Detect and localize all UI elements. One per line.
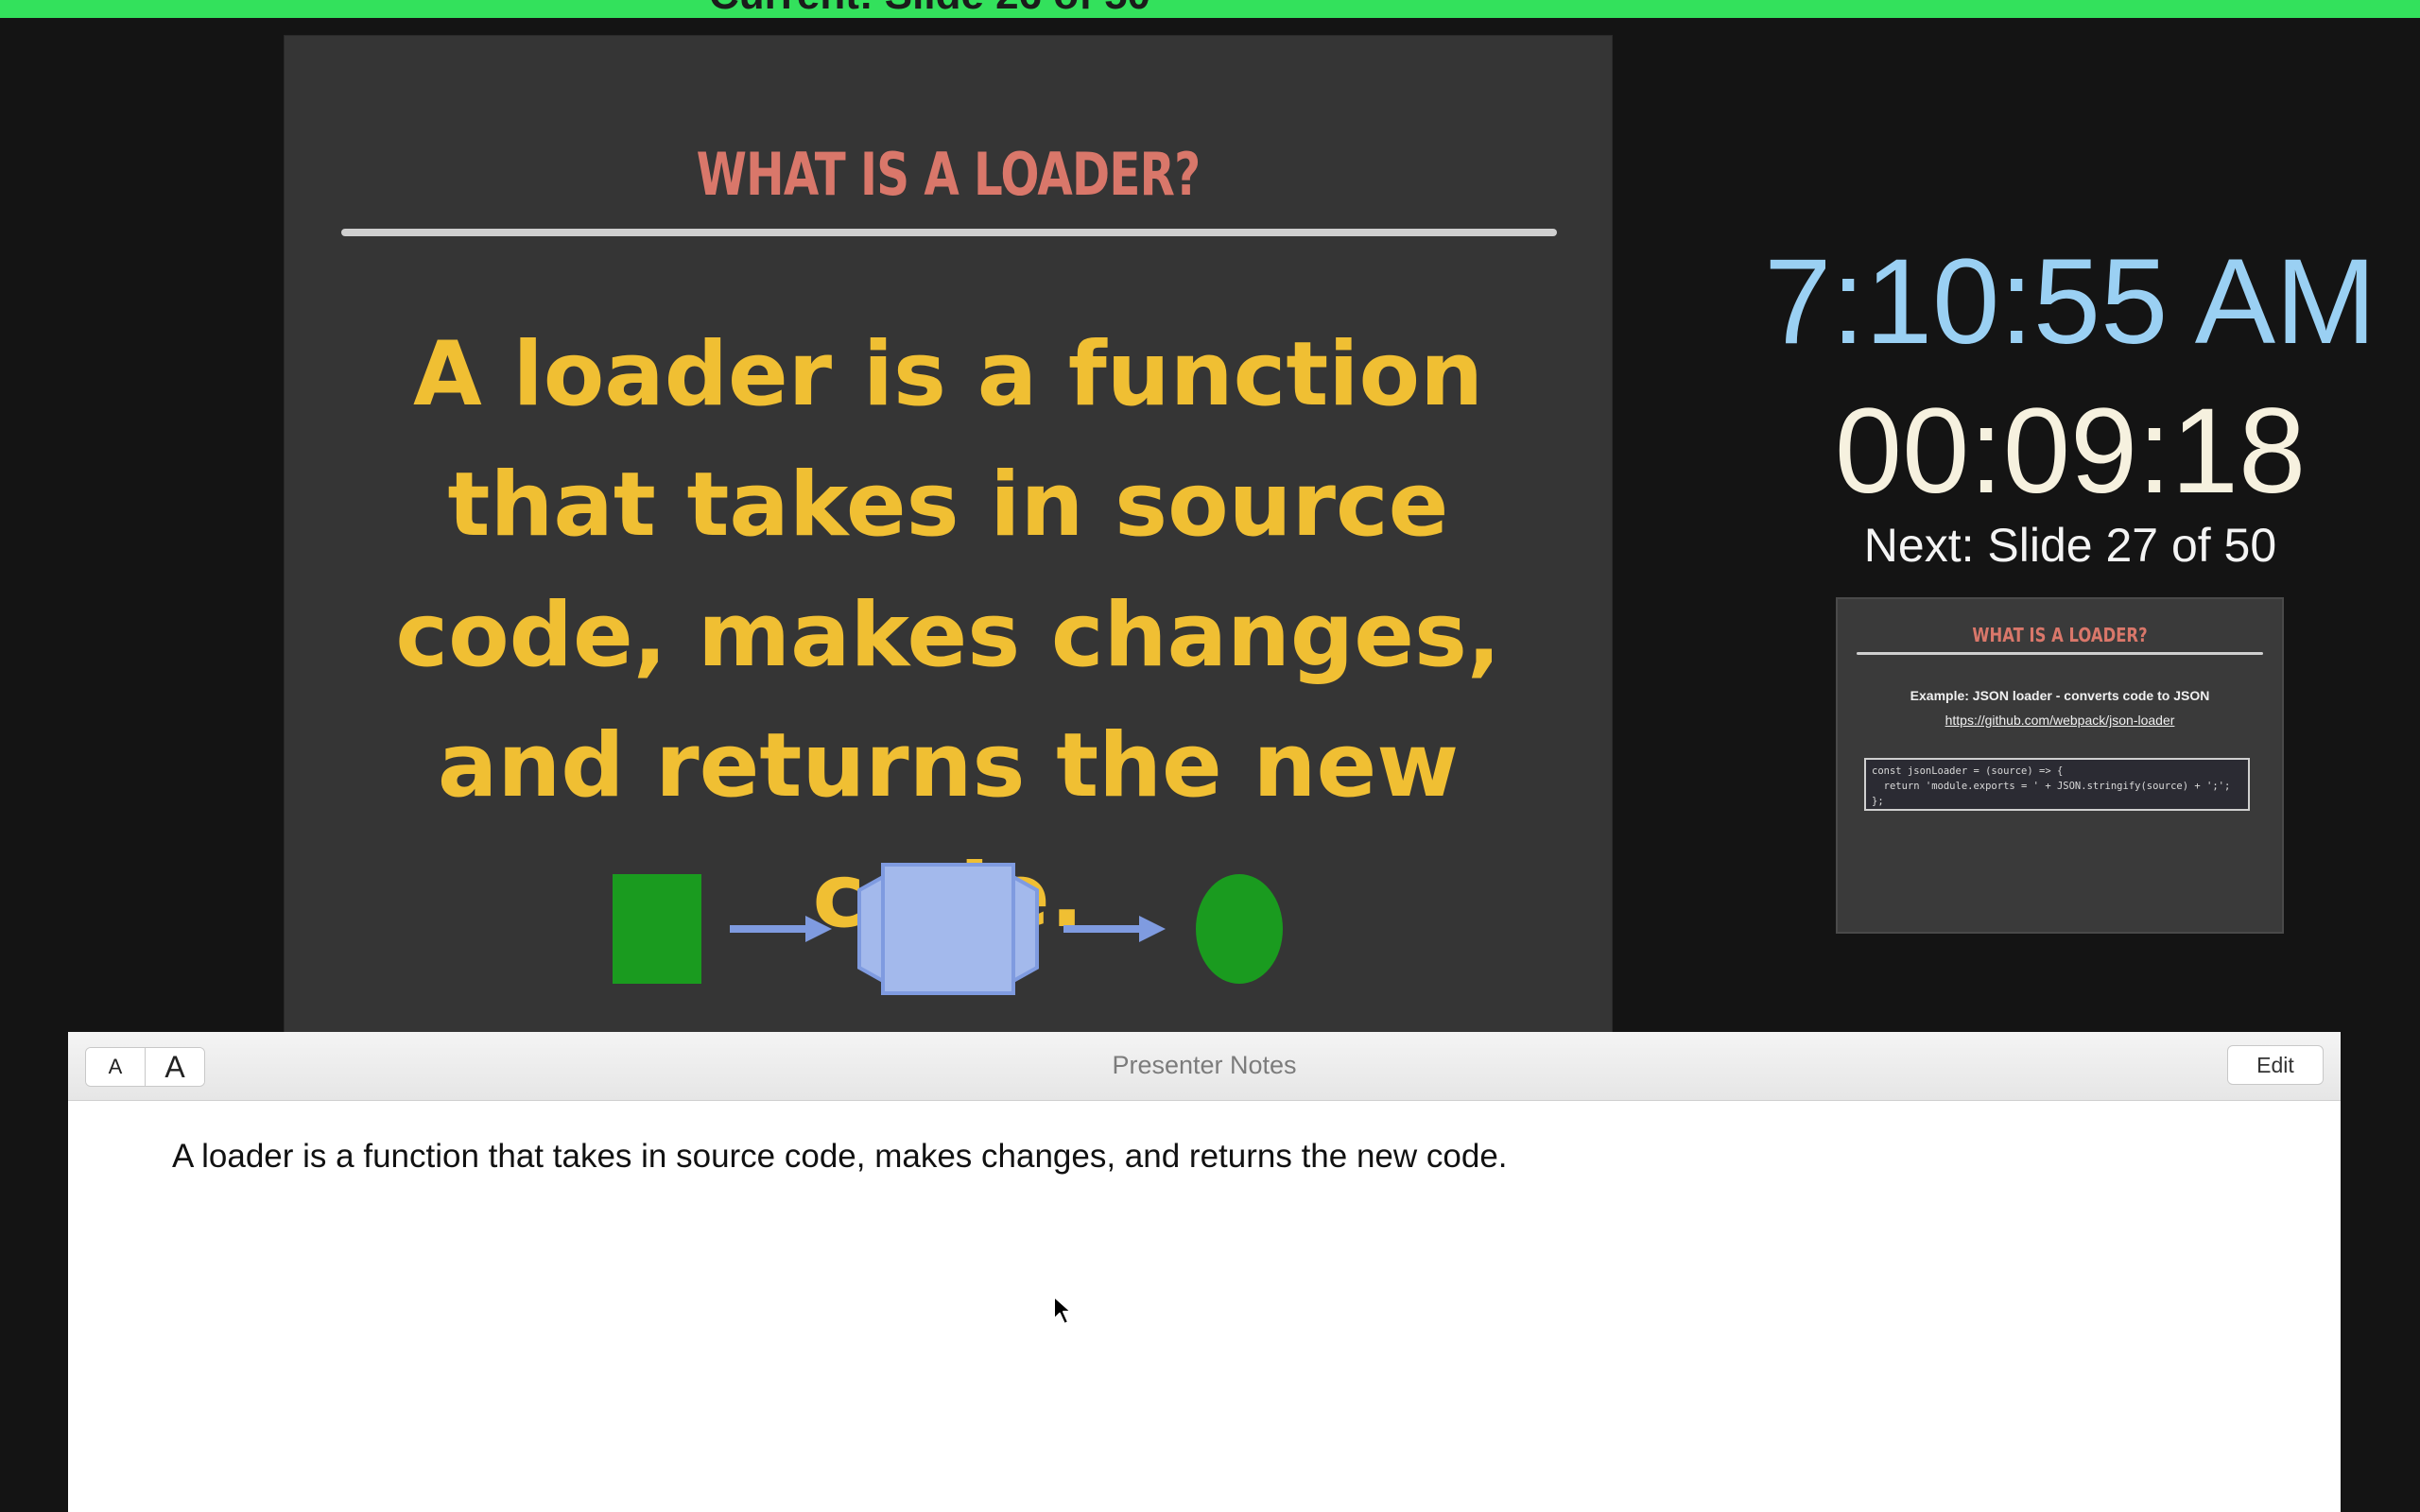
loader-diagram (613, 863, 1283, 995)
current-slide-indicator: Current: Slide 26 of 50 (709, 0, 1150, 18)
input-square-shape (613, 874, 701, 984)
next-slide-link: https://github.com/webpack/json-loader (1945, 713, 2175, 728)
presenter-notes-panel: A A Presenter Notes Edit A loader is a f… (68, 1032, 2341, 1512)
notes-toolbar: A A Presenter Notes Edit (68, 1032, 2341, 1101)
next-slide-subtitle: Example: JSON loader - converts code to … (1910, 688, 2210, 703)
output-circle-shape (1196, 874, 1283, 984)
code-line: const jsonLoader = (source) => { (1872, 765, 2064, 777)
mouse-pointer-icon (1053, 1296, 1072, 1325)
edit-button[interactable]: Edit (2227, 1045, 2324, 1085)
current-time: 7:10:55 AM (1764, 234, 2377, 369)
notes-text[interactable]: A loader is a function that takes in sou… (172, 1138, 2265, 1176)
next-slide-title: WHAT IS A LOADER? (1972, 624, 2148, 646)
slide-divider (341, 229, 1557, 236)
next-slide-label: Next: Slide 27 of 50 (1863, 519, 2277, 572)
code-line: }; (1872, 796, 1884, 807)
current-slide: WHAT IS A LOADER? A loader is a function… (285, 36, 1612, 1033)
next-slide-code-block: const jsonLoader = (source) => { return … (1864, 758, 2250, 811)
code-line: return 'module.exports = ' + JSON.string… (1872, 781, 2231, 792)
arrow-right-icon (1063, 916, 1166, 942)
arrow-right-icon (730, 916, 832, 942)
slide-title: WHAT IS A LOADER? (696, 140, 1201, 209)
status-bar: Current: Slide 26 of 50 (0, 0, 2420, 18)
next-slide-divider (1857, 652, 2263, 655)
next-slide-preview: WHAT IS A LOADER? Example: JSON loader -… (1838, 599, 2282, 932)
elapsed-timer[interactable]: 00:09:18 (1720, 386, 2420, 518)
loader-box-shape (857, 863, 1039, 995)
notes-title: Presenter Notes (1112, 1051, 1297, 1079)
presenter-display: Current: Slide 26 of 50 WHAT IS A LOADER… (0, 0, 2420, 1512)
